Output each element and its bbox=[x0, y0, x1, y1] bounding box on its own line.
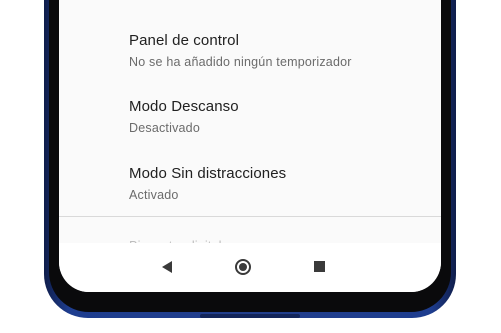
back-icon[interactable] bbox=[162, 261, 172, 273]
setting-item-modo-descanso[interactable]: Modo Descanso Desactivado bbox=[129, 98, 429, 135]
section-divider bbox=[59, 216, 441, 217]
setting-summary: Activado bbox=[129, 188, 179, 202]
setting-title: Panel de control bbox=[129, 32, 240, 49]
phone-frame-bottom-edge bbox=[200, 314, 300, 318]
home-icon[interactable] bbox=[235, 259, 251, 275]
phone-screen: Panel de control No se ha añadido ningún… bbox=[59, 0, 441, 292]
setting-item-modo-sin-distracciones[interactable]: Modo Sin distracciones Activado bbox=[129, 165, 429, 202]
setting-title: Modo Sin distracciones bbox=[129, 165, 287, 182]
photo-stage: Panel de control No se ha añadido ningún… bbox=[0, 0, 501, 333]
setting-summary: Desactivado bbox=[129, 121, 200, 135]
recents-icon[interactable] bbox=[314, 261, 325, 272]
setting-item-panel-de-control[interactable]: Panel de control No se ha añadido ningún… bbox=[129, 32, 429, 69]
setting-title: Modo Descanso bbox=[129, 98, 239, 115]
system-navigation-bar bbox=[59, 243, 441, 292]
setting-summary: No se ha añadido ningún temporizador bbox=[129, 55, 352, 69]
